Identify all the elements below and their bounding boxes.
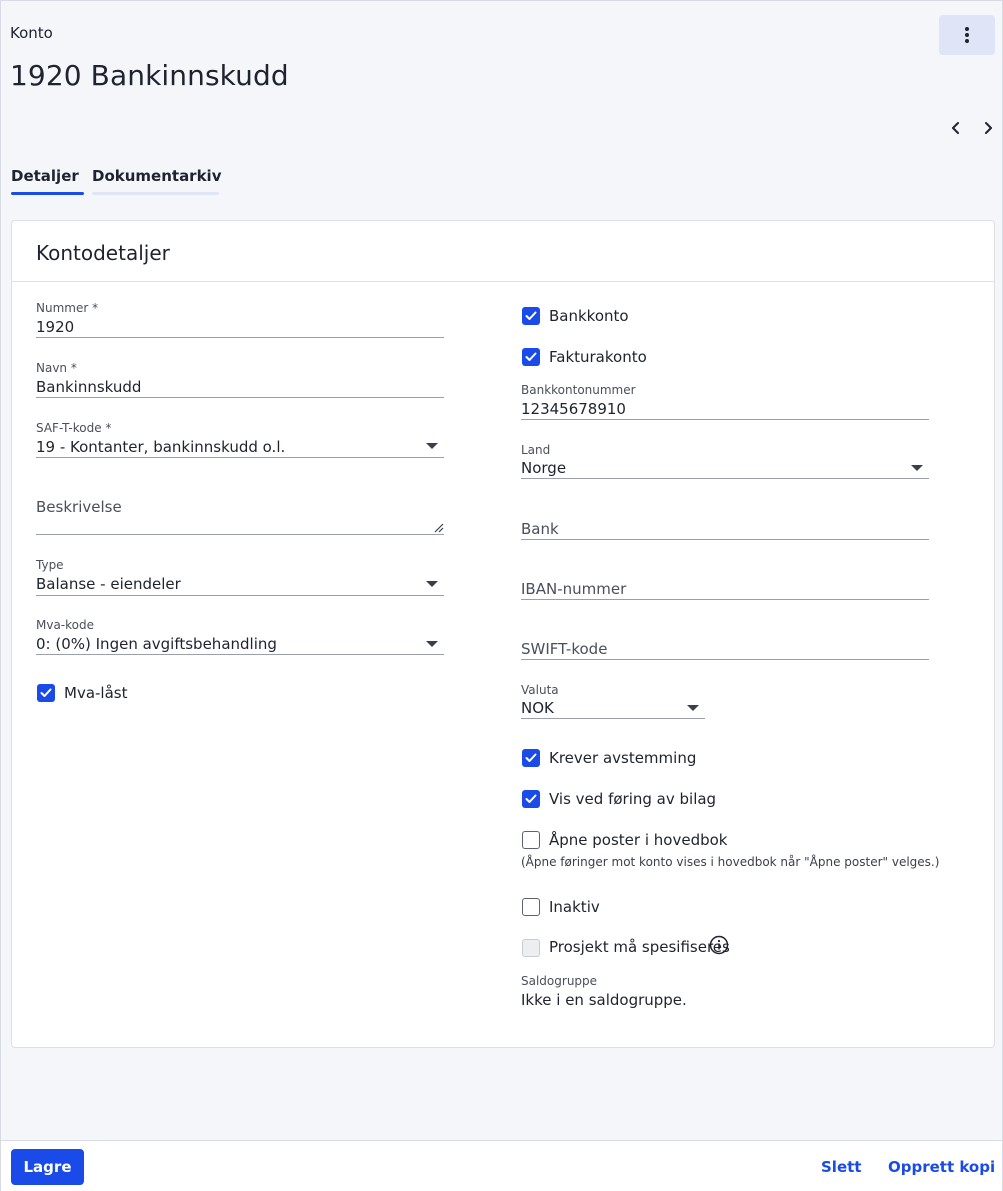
chevron-down-icon[interactable]: [426, 641, 438, 647]
swift-input[interactable]: SWIFT-kode: [521, 640, 929, 660]
iban-input[interactable]: IBAN-nummer: [521, 580, 929, 600]
page-title: 1920 Bankinnskudd: [10, 59, 289, 92]
prosjekt-label: Prosjekt må spesifiseres: [549, 938, 730, 956]
chevron-left-icon: [952, 122, 959, 134]
navn-underline: [36, 397, 444, 398]
bank-input[interactable]: Bank: [521, 520, 929, 540]
land-label: Land: [521, 443, 551, 457]
chevron-down-icon[interactable]: [426, 581, 438, 587]
chevron-down-icon[interactable]: [687, 705, 699, 711]
apne-poster-hint: (Åpne føringer mot konto vises i hovedbo…: [521, 855, 940, 869]
delete-button[interactable]: Slett: [821, 1158, 861, 1176]
valuta-select[interactable]: NOK: [521, 699, 705, 719]
check-icon: [525, 352, 537, 361]
mva-last-label: Mva-låst: [64, 684, 128, 702]
krever-avstemming-checkbox[interactable]: [522, 749, 540, 767]
bankkonto-label: Bankkonto: [549, 307, 629, 325]
tab-detaljer-indicator: [11, 192, 84, 195]
vis-ved-foring-label: Vis ved føring av bilag: [549, 790, 717, 808]
type-label: Type: [36, 558, 64, 572]
chevron-down-icon[interactable]: [911, 465, 923, 471]
land-underline: [521, 478, 929, 479]
beskrivelse-textarea[interactable]: Beskrivelse: [36, 498, 444, 518]
type-select[interactable]: Balanse - eiendeler: [36, 575, 444, 595]
chevron-right-icon: [985, 122, 992, 134]
resize-handle-icon[interactable]: [434, 523, 444, 533]
tab-detaljer[interactable]: Detaljer: [11, 167, 79, 185]
navn-input[interactable]: Bankinnskudd: [36, 378, 444, 398]
valuta-label: Valuta: [521, 683, 559, 697]
bankkontonummer-underline: [521, 419, 929, 420]
more-options-button[interactable]: [939, 15, 995, 55]
swift-underline: [521, 659, 929, 660]
nummer-label: Nummer *: [36, 301, 99, 315]
info-icon[interactable]: [709, 935, 729, 955]
inaktiv-checkbox[interactable]: [522, 898, 540, 916]
bankkontonummer-input[interactable]: 12345678910: [521, 400, 929, 420]
next-record-button[interactable]: [978, 117, 998, 139]
card-divider: [12, 281, 994, 282]
check-icon: [525, 794, 537, 803]
more-vertical-icon: [965, 27, 969, 43]
inaktiv-label: Inaktiv: [549, 898, 600, 916]
saft-label: SAF-T-kode *: [36, 421, 112, 435]
bank-underline: [521, 539, 929, 540]
valuta-underline: [521, 718, 705, 719]
saft-underline: [36, 457, 444, 458]
check-icon: [40, 688, 52, 697]
beskrivelse-underline: [36, 534, 444, 535]
nummer-input[interactable]: 1920: [36, 318, 444, 338]
chevron-down-icon[interactable]: [426, 443, 438, 449]
mva-kode-underline: [36, 654, 444, 655]
mva-last-checkbox[interactable]: [37, 684, 55, 702]
bankkontonummer-label: Bankkontonummer: [521, 383, 636, 397]
mva-kode-select[interactable]: 0: (0%) Ingen avgiftsbehandling: [36, 635, 444, 655]
account-details-card: Kontodetaljer Nummer * 1920 Navn * Banki…: [11, 220, 995, 1048]
tab-dokumentarkiv[interactable]: Dokumentarkiv: [92, 167, 221, 185]
nummer-underline: [36, 337, 444, 338]
fakturakonto-checkbox[interactable]: [522, 348, 540, 366]
save-button[interactable]: Lagre: [11, 1149, 84, 1185]
bankkonto-checkbox[interactable]: [522, 307, 540, 325]
check-icon: [525, 753, 537, 762]
type-underline: [36, 595, 444, 596]
prosjekt-checkbox: [522, 939, 540, 957]
previous-record-button[interactable]: [946, 117, 966, 139]
land-select[interactable]: Norge: [521, 459, 929, 479]
check-icon: [525, 311, 537, 320]
vis-ved-foring-checkbox[interactable]: [522, 790, 540, 808]
saldogruppe-label: Saldogruppe: [521, 974, 598, 988]
fakturakonto-label: Fakturakonto: [549, 348, 647, 366]
iban-underline: [521, 599, 929, 600]
krever-avstemming-label: Krever avstemming: [549, 749, 697, 767]
footer-bar: Lagre Slett Opprett kopi: [1, 1140, 1002, 1191]
navn-label: Navn *: [36, 361, 77, 375]
breadcrumb: Konto: [10, 24, 53, 42]
saldogruppe-value: Ikke i en saldogruppe.: [521, 991, 687, 1009]
card-title: Kontodetaljer: [36, 241, 170, 265]
apne-poster-checkbox[interactable]: [522, 831, 540, 849]
mva-kode-label: Mva-kode: [36, 618, 95, 632]
apne-poster-label: Åpne poster i hovedbok: [549, 831, 728, 849]
create-copy-button[interactable]: Opprett kopi: [888, 1158, 995, 1176]
saft-select[interactable]: 19 - Kontanter, bankinnskudd o.l.: [36, 438, 444, 458]
tab-dokumentarkiv-indicator: [92, 192, 219, 195]
